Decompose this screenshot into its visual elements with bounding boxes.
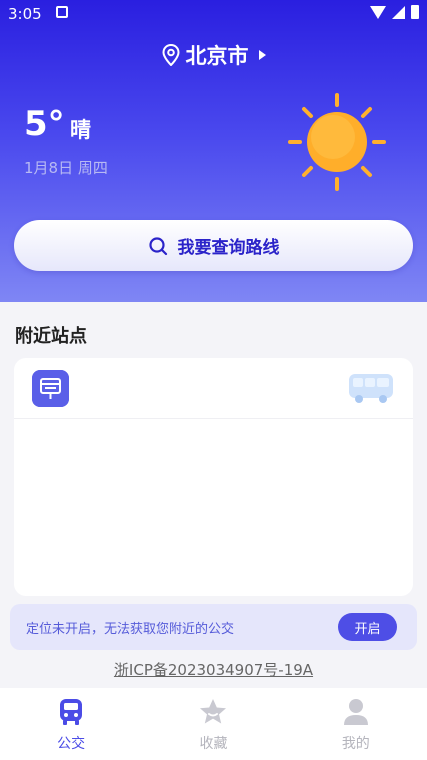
tab-bus-label: 公交 xyxy=(57,736,86,752)
search-icon xyxy=(148,236,167,255)
location-disabled-notice: 定位未开启，无法获取您附近的公交 开启 xyxy=(10,604,417,650)
tab-bus[interactable]: 公交 xyxy=(0,688,142,760)
wifi-icon xyxy=(370,5,386,19)
bus-illustration-icon xyxy=(349,374,393,403)
battery-icon xyxy=(411,5,419,19)
query-route-button[interactable]: 我要查询路线 xyxy=(14,220,413,271)
bus-stop-icon xyxy=(32,370,69,407)
nearby-section-title: 附近站点 xyxy=(15,326,87,347)
status-icons xyxy=(370,5,419,19)
icp-link[interactable]: 浙ICP备2023034907号-19A xyxy=(0,659,427,680)
bus-icon xyxy=(60,699,83,725)
user-icon xyxy=(343,699,368,725)
enable-location-button[interactable]: 开启 xyxy=(338,613,397,641)
status-bar: 3:05 xyxy=(0,0,427,28)
date-label: 1月8日 周四 xyxy=(24,159,108,177)
temperature: 5° xyxy=(24,104,65,144)
status-time: 3:05 xyxy=(8,5,42,23)
nearby-stops-card xyxy=(14,358,413,596)
query-route-label: 我要查询路线 xyxy=(177,238,280,258)
city-selector[interactable]: 北京市 xyxy=(0,40,427,70)
tab-profile[interactable]: 我的 xyxy=(285,688,427,760)
notification-icon xyxy=(56,6,68,18)
weather-condition: 晴 xyxy=(70,118,91,142)
sun-icon xyxy=(288,93,386,191)
tab-profile-label: 我的 xyxy=(341,736,370,752)
bottom-tab-bar: 公交 收藏 我的 xyxy=(0,688,427,760)
city-name: 北京市 xyxy=(185,44,249,68)
signal-icon xyxy=(392,5,405,19)
star-icon xyxy=(200,699,227,724)
notice-text: 定位未开启，无法获取您附近的公交 xyxy=(26,621,235,637)
tab-favorites[interactable]: 收藏 xyxy=(142,688,284,760)
location-pin-icon xyxy=(161,44,180,66)
caret-right-icon xyxy=(258,50,266,60)
tab-favorites-label: 收藏 xyxy=(199,736,228,752)
nearby-card-header xyxy=(14,358,413,419)
